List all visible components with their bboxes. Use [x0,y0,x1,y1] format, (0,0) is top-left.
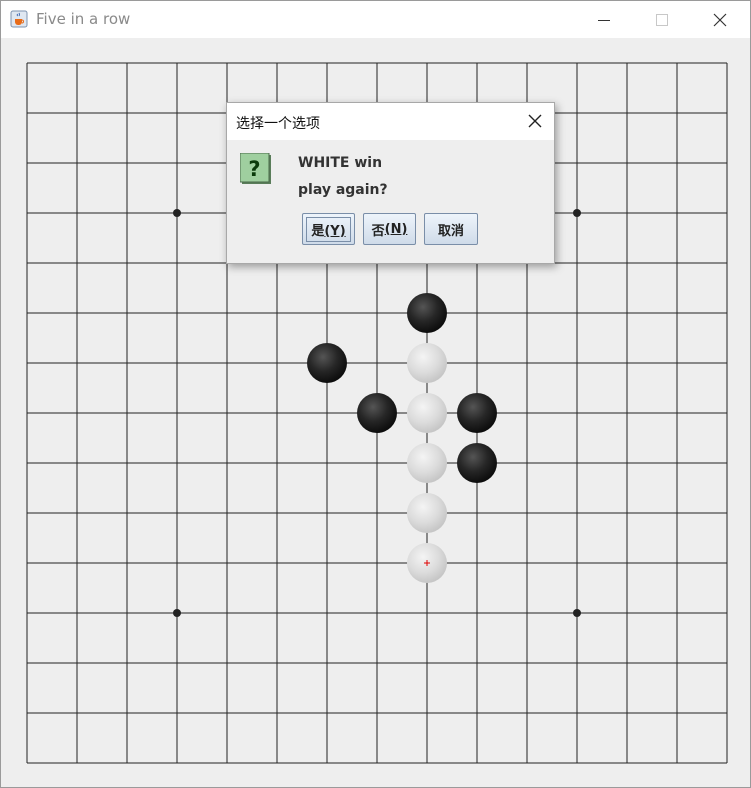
white-stone [407,493,447,533]
minimize-button[interactable] [575,1,633,38]
close-icon[interactable] [526,112,544,130]
star-point [573,609,581,617]
yes-button-mnemonic: (Y) [324,223,346,239]
option-dialog: 选择一个选项 ? WHITE win play again? 是(Y) 否 (N)… [226,102,555,264]
no-button-mnemonic: (N) [384,221,408,237]
close-icon [713,13,727,26]
maximize-icon [656,13,668,26]
black-stone [407,293,447,333]
white-stone [407,343,447,383]
dialog-message-prompt: play again? [298,182,388,198]
yes-button[interactable]: 是(Y) [302,213,355,245]
black-stone [457,443,497,483]
star-point [173,609,181,617]
no-button-label: 否 [371,223,385,239]
yes-button-focus: 是(Y) [306,216,351,242]
close-button[interactable] [691,1,749,38]
black-stone [457,393,497,433]
question-icon: ? [240,153,271,184]
minimize-icon [598,19,610,21]
maximize-button[interactable] [633,1,691,38]
black-stone [357,393,397,433]
star-point [573,209,581,217]
dialog-message-winner: WHITE win [298,155,383,171]
java-cup-icon [10,10,28,28]
no-button[interactable]: 否 (N) [363,213,416,245]
cancel-button[interactable]: 取消 [424,213,478,245]
window-title: Five in a row [36,10,131,28]
dialog-title: 选择一个选项 [236,116,320,132]
star-point [173,209,181,217]
white-stone [407,393,447,433]
yes-button-label: 是 [311,223,325,239]
dialog-title-bar[interactable]: 选择一个选项 [227,103,554,140]
black-stone [307,343,347,383]
cancel-button-label: 取消 [437,223,464,239]
white-stone [407,443,447,483]
title-bar[interactable]: Five in a row [1,1,750,38]
svg-text:?: ? [248,157,260,181]
